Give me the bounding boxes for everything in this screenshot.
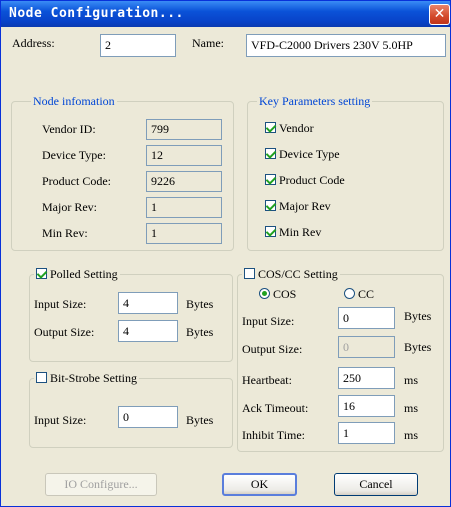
ok-button[interactable]: OK xyxy=(222,473,297,496)
polled-output-size-label: Output Size: xyxy=(34,325,95,339)
dialog-title: Node Configuration... xyxy=(9,6,184,21)
key-min-rev-label: Min Rev xyxy=(279,225,322,239)
polled-input-size-input[interactable]: 4 xyxy=(118,292,178,314)
title-bar[interactable]: Node Configuration... ✕ xyxy=(1,1,450,27)
min-rev-value: 1 xyxy=(146,223,222,244)
checkbox-unchecked-icon xyxy=(36,372,47,383)
polled-setting-checkbox[interactable]: Polled Setting xyxy=(34,267,120,282)
device-type-value: 12 xyxy=(146,145,222,166)
heartbeat-label: Heartbeat: xyxy=(242,373,292,387)
ack-timeout-unit: ms xyxy=(404,401,419,415)
product-code-label: Product Code: xyxy=(42,174,111,188)
vendor-id-value: 799 xyxy=(146,119,222,140)
key-device-type-checkbox[interactable]: Device Type xyxy=(265,147,340,162)
device-type-label: Device Type: xyxy=(42,148,106,162)
coscc-output-unit: Bytes xyxy=(404,340,432,354)
close-icon: ✕ xyxy=(433,6,446,22)
cos-cc-setting-checkbox[interactable]: COS/CC Setting xyxy=(242,267,340,282)
major-rev-label: Major Rev: xyxy=(42,200,97,214)
coscc-input-size-input[interactable]: 0 xyxy=(338,307,395,329)
key-major-rev-label: Major Rev xyxy=(279,199,331,213)
cancel-button[interactable]: Cancel xyxy=(334,473,418,496)
bitstrobe-input-size-label: Input Size: xyxy=(34,413,87,427)
ack-timeout-label: Ack Timeout: xyxy=(242,401,309,415)
cc-radio[interactable]: CC xyxy=(344,287,374,302)
checkbox-unchecked-icon xyxy=(244,268,255,279)
coscc-output-size-label: Output Size: xyxy=(242,342,303,356)
node-information-caption: Node infomation xyxy=(31,94,117,109)
key-major-rev-checkbox[interactable]: Major Rev xyxy=(265,199,331,214)
major-rev-value: 1 xyxy=(146,197,222,218)
vendor-id-label: Vendor ID: xyxy=(42,122,96,136)
bit-strobe-setting-checkbox[interactable]: Bit-Strobe Setting xyxy=(34,371,139,386)
polled-input-unit: Bytes xyxy=(186,297,214,311)
bitstrobe-input-unit: Bytes xyxy=(186,413,214,427)
key-vendor-checkbox[interactable]: Vendor xyxy=(265,121,314,136)
inhibit-time-unit: ms xyxy=(404,428,419,442)
polled-output-size-input[interactable]: 4 xyxy=(118,320,178,342)
cos-cc-setting-caption: COS/CC Setting xyxy=(258,267,338,281)
cos-radio-label: COS xyxy=(273,287,297,301)
key-vendor-label: Vendor xyxy=(279,121,314,135)
coscc-input-unit: Bytes xyxy=(404,309,432,323)
name-label: Name: xyxy=(192,36,224,50)
checkbox-checked-icon xyxy=(265,174,276,185)
heartbeat-input[interactable]: 250 xyxy=(338,367,395,389)
node-configuration-dialog: Node Configuration... ✕ Address: 2 Name:… xyxy=(0,0,451,507)
radio-unselected-icon xyxy=(344,288,355,299)
min-rev-label: Min Rev: xyxy=(42,226,88,240)
coscc-output-size-input[interactable]: 0 xyxy=(338,336,395,358)
checkbox-checked-icon xyxy=(265,200,276,211)
coscc-input-size-label: Input Size: xyxy=(242,314,295,328)
bitstrobe-input-size-input[interactable]: 0 xyxy=(118,406,178,428)
polled-output-unit: Bytes xyxy=(186,325,214,339)
checkbox-checked-icon xyxy=(265,122,276,133)
key-parameters-caption: Key Parameters setting xyxy=(257,94,373,109)
key-min-rev-checkbox[interactable]: Min Rev xyxy=(265,225,321,240)
bit-strobe-setting-caption: Bit-Strobe Setting xyxy=(50,371,137,385)
close-button[interactable]: ✕ xyxy=(429,4,450,25)
key-product-code-checkbox[interactable]: Product Code xyxy=(265,173,345,188)
radio-selected-icon xyxy=(259,288,270,299)
io-configure-button[interactable]: IO Configure... xyxy=(45,473,157,496)
polled-setting-group xyxy=(29,274,233,362)
product-code-value: 9226 xyxy=(146,171,222,192)
polled-input-size-label: Input Size: xyxy=(34,297,87,311)
inhibit-time-input[interactable]: 1 xyxy=(338,422,395,444)
address-input[interactable]: 2 xyxy=(100,34,176,57)
key-product-code-label: Product Code xyxy=(279,173,345,187)
polled-setting-caption: Polled Setting xyxy=(50,267,118,281)
address-label: Address: xyxy=(12,36,55,50)
checkbox-checked-icon xyxy=(36,268,47,279)
ack-timeout-input[interactable]: 16 xyxy=(338,395,395,417)
key-device-type-label: Device Type xyxy=(279,147,340,161)
cc-radio-label: CC xyxy=(358,287,375,301)
checkbox-checked-icon xyxy=(265,226,276,237)
name-input[interactable]: VFD-C2000 Drivers 230V 5.0HP xyxy=(246,34,446,57)
inhibit-time-label: Inhibit Time: xyxy=(242,428,306,442)
heartbeat-unit: ms xyxy=(404,373,419,387)
checkbox-checked-icon xyxy=(265,148,276,159)
cos-radio[interactable]: COS xyxy=(259,287,296,302)
